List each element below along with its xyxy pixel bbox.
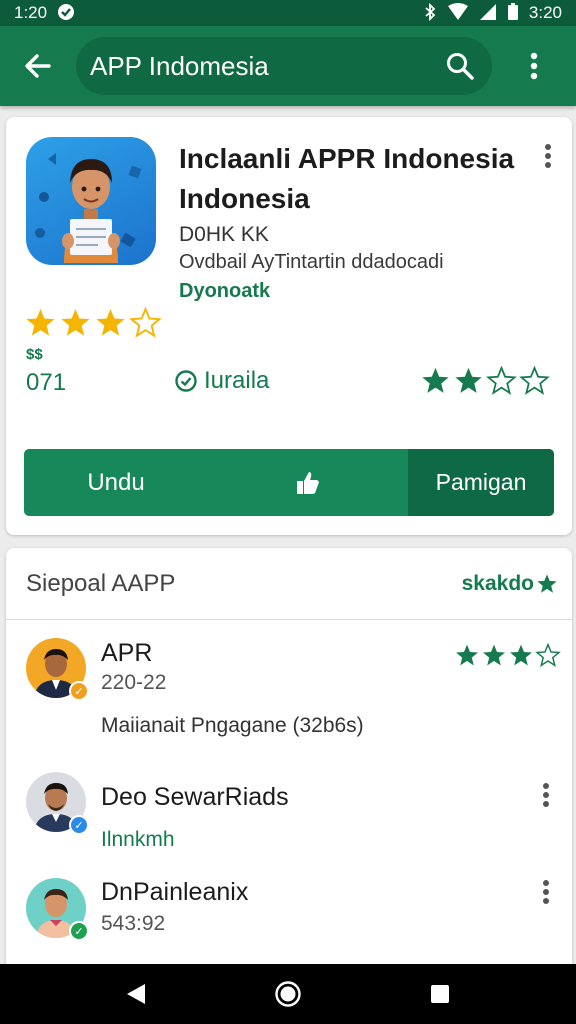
review-date: 543:92 bbox=[101, 912, 166, 935]
more-vert-icon bbox=[530, 52, 538, 80]
star-empty-icon bbox=[535, 643, 561, 668]
star-filled-icon bbox=[483, 644, 505, 666]
share-button[interactable] bbox=[208, 449, 408, 516]
more-vert-icon bbox=[545, 144, 551, 168]
star-filled-icon bbox=[455, 367, 482, 393]
nav-back-button[interactable] bbox=[106, 964, 166, 1024]
card-more-button[interactable] bbox=[536, 143, 560, 169]
verified-badge-icon: ✓ bbox=[69, 921, 89, 941]
search-query[interactable]: APP Indomesia bbox=[90, 51, 438, 82]
download-button[interactable]: Undu bbox=[24, 449, 208, 516]
reviews-section-title: Siepoal AAPP bbox=[26, 569, 176, 597]
open-button[interactable]: Pamigan bbox=[408, 449, 554, 516]
thumbs-up-icon bbox=[297, 471, 319, 494]
back-arrow-icon bbox=[25, 54, 51, 78]
status-bar: 1:20 3:20 bbox=[0, 0, 576, 26]
clock-check-icon bbox=[175, 370, 197, 392]
availability-status: Iuraila bbox=[174, 367, 269, 395]
star-empty-icon bbox=[519, 366, 550, 395]
app-category-tag[interactable]: Dyonoatk bbox=[179, 280, 270, 303]
reviews-header: Siepoal AAPP skakdo bbox=[6, 548, 572, 620]
download-count: 071 bbox=[26, 369, 67, 396]
search-button[interactable] bbox=[438, 44, 482, 88]
see-all-reviews-link[interactable]: skakdo bbox=[462, 572, 558, 596]
avatar[interactable]: ✓ bbox=[26, 878, 89, 941]
avatar[interactable]: ✓ bbox=[26, 638, 89, 701]
star-filled-icon bbox=[422, 367, 449, 393]
signal-icon bbox=[479, 3, 497, 24]
reviewer-name: DnPainleanix bbox=[101, 878, 249, 906]
notification-icon bbox=[57, 3, 75, 24]
review-more-button[interactable] bbox=[536, 782, 556, 808]
wifi-icon bbox=[447, 2, 469, 24]
back-triangle-icon bbox=[127, 984, 145, 1004]
review-rating-stars bbox=[454, 643, 561, 668]
battery-icon bbox=[507, 2, 519, 24]
more-vert-icon bbox=[543, 783, 549, 807]
app-description: Ovdbail AyTintartin ddadocadi bbox=[179, 251, 444, 273]
avatar[interactable]: ✓ bbox=[26, 772, 89, 835]
star-filled-icon bbox=[537, 573, 557, 593]
search-field[interactable]: APP Indomesia bbox=[76, 37, 492, 95]
status-time-right: 3:20 bbox=[528, 3, 562, 22]
app-rating-stars bbox=[24, 307, 162, 339]
reviews-card: Siepoal AAPP skakdo ✓ APR 220-22 Maiiana… bbox=[6, 548, 572, 978]
star-filled-icon bbox=[96, 309, 125, 336]
back-button[interactable] bbox=[0, 26, 76, 106]
review-more-button[interactable] bbox=[536, 879, 556, 905]
see-all-label: skakdo bbox=[461, 571, 534, 595]
app-developer[interactable]: D0HK KK bbox=[179, 223, 269, 247]
reviewer-name: APR bbox=[101, 639, 153, 667]
app-detail-card: Inclaanli APPR Indonesia Indonesia D0HK … bbox=[6, 117, 572, 535]
star-filled-icon bbox=[456, 644, 478, 666]
star-filled-icon bbox=[26, 309, 55, 336]
nav-home-button[interactable] bbox=[258, 964, 318, 1024]
status-time-left: 1:20 bbox=[14, 3, 48, 22]
star-filled-icon bbox=[510, 644, 532, 666]
availability-label: Iuraila bbox=[204, 367, 270, 394]
star-empty-icon bbox=[486, 366, 517, 395]
home-circle-icon bbox=[275, 981, 301, 1007]
reviewer-name: Deo SewarRiads bbox=[101, 783, 289, 811]
app-title: Inclaanli APPR Indonesia Indonesia bbox=[179, 143, 515, 214]
star-empty-icon bbox=[129, 307, 162, 338]
app-icon[interactable] bbox=[26, 137, 156, 265]
verified-badge-icon: ✓ bbox=[69, 815, 89, 835]
app-bar: APP Indomesia bbox=[0, 26, 576, 106]
review-date: 220-22 bbox=[101, 671, 167, 694]
review-tag: Ilnnkmh bbox=[101, 828, 175, 851]
action-bar: Undu Pamigan bbox=[24, 449, 554, 516]
star-filled-icon bbox=[61, 309, 90, 336]
nav-recents-button[interactable] bbox=[410, 964, 470, 1024]
search-icon bbox=[447, 53, 474, 80]
price-label: $$ bbox=[26, 346, 43, 363]
recents-square-icon bbox=[431, 985, 449, 1003]
review-body: Maiianait Pngagane (32b6s) bbox=[101, 714, 364, 737]
verified-badge-icon: ✓ bbox=[69, 681, 89, 701]
bluetooth-icon bbox=[423, 2, 437, 24]
secondary-rating-stars bbox=[420, 366, 550, 396]
more-vert-icon bbox=[543, 880, 549, 904]
system-nav-bar bbox=[0, 964, 576, 1024]
overflow-menu-button[interactable] bbox=[492, 26, 576, 106]
